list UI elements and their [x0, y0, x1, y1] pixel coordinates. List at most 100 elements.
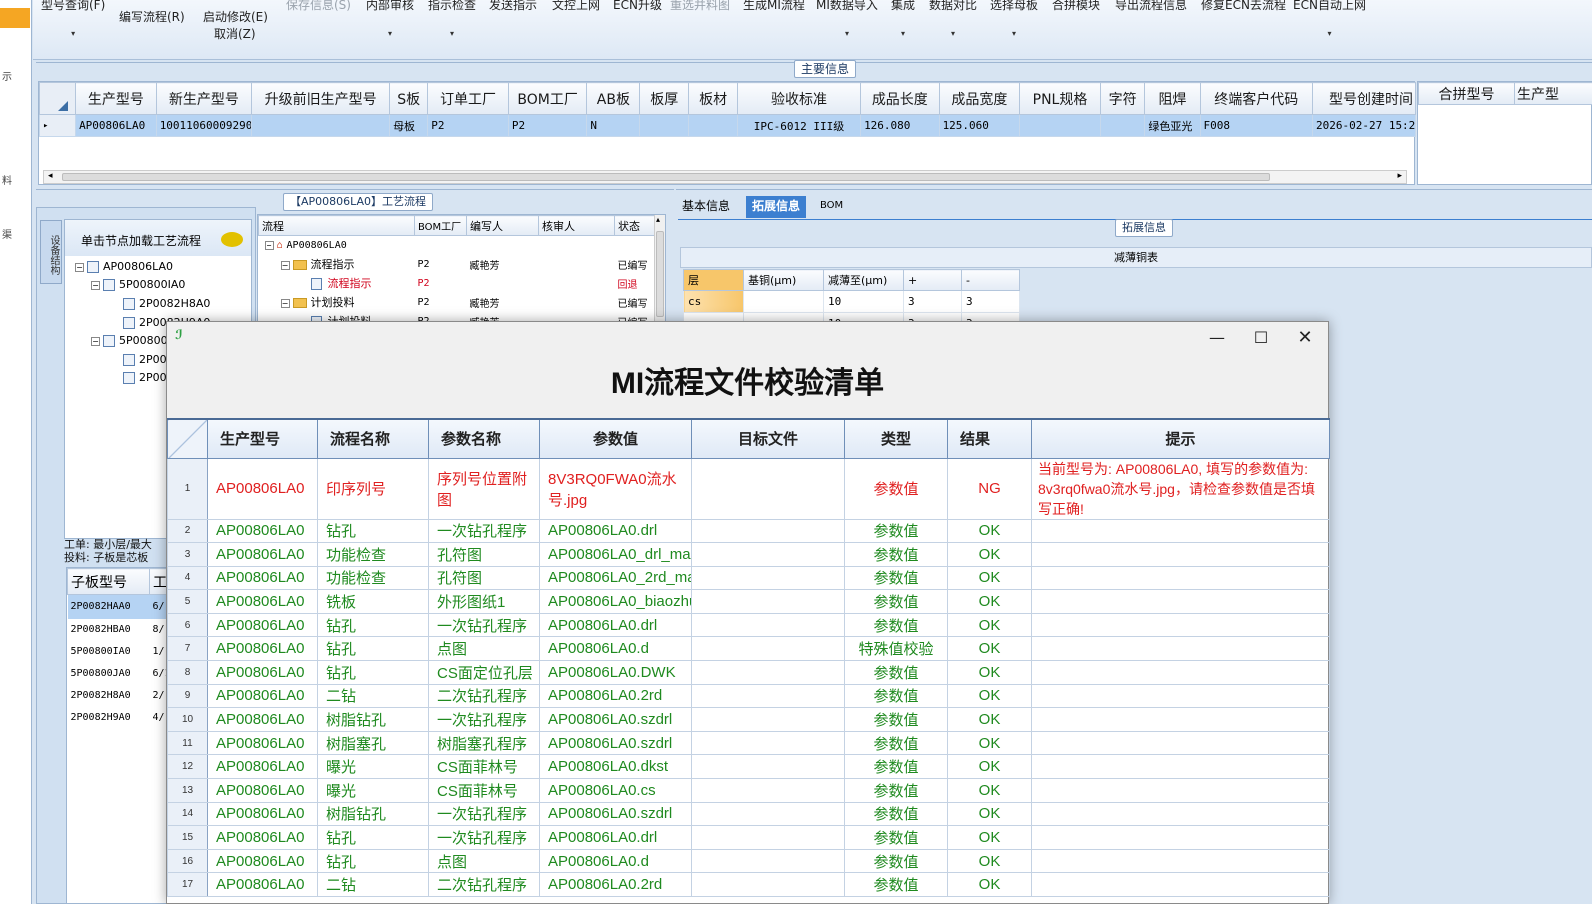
column-header[interactable]: 板材: [688, 82, 738, 115]
table-cell[interactable]: P2: [415, 255, 467, 274]
close-button[interactable]: ✕: [1283, 326, 1327, 350]
row-number[interactable]: 10: [167, 707, 208, 732]
result-cell-msg[interactable]: [1031, 872, 1330, 897]
result-cell-target[interactable]: [691, 778, 845, 803]
result-cell-result[interactable]: OK: [947, 589, 1032, 614]
result-cell-flow[interactable]: 钻孔: [317, 848, 429, 874]
column-header[interactable]: 减薄至(μm): [823, 269, 904, 291]
result-cell-target[interactable]: [691, 707, 845, 732]
table-cell[interactable]: 2P0082H8A0: [68, 685, 150, 707]
column-header[interactable]: 提示: [1031, 418, 1330, 459]
column-header[interactable]: 成品长度: [860, 82, 940, 115]
result-cell-result[interactable]: OK: [947, 801, 1032, 827]
result-cell-model[interactable]: AP00806LA0: [207, 707, 318, 732]
toolbar-button-edit-flow[interactable]: 编写流程(R): [119, 9, 185, 26]
result-cell-msg[interactable]: [1031, 565, 1330, 591]
result-cell-value[interactable]: AP00806LA0.dkst: [539, 754, 692, 780]
table-cell[interactable]: [539, 293, 615, 312]
table-cell[interactable]: [467, 274, 539, 293]
toolbar-button-data-compare[interactable]: 数据对比 ▾: [929, 0, 977, 38]
result-cell-flow[interactable]: 印序列号: [317, 457, 429, 520]
horizontal-scrollbar[interactable]: ◂ ▸: [43, 170, 1407, 184]
scroll-left-icon[interactable]: ◂: [48, 171, 53, 181]
table-row[interactable]: 2P0082H9A0 4/: [68, 707, 178, 729]
table-cell[interactable]: cs: [683, 290, 744, 313]
row-number[interactable]: 4: [167, 565, 208, 591]
table-cell[interactable]: 125.060: [938, 114, 1021, 137]
result-cell-type[interactable]: 参数值: [844, 825, 948, 850]
column-header[interactable]: 阻焊: [1144, 82, 1201, 115]
result-cell-flow[interactable]: 二钻: [317, 872, 429, 897]
result-cell-value[interactable]: AP00806LA0.szdrl: [539, 730, 692, 756]
result-cell-param[interactable]: 一次钻孔程序: [428, 707, 540, 732]
result-row[interactable]: 11 AP00806LA0 树脂塞孔 树脂塞孔程序 AP00806LA0.szdrl 参数…: [167, 730, 1330, 756]
result-cell-value[interactable]: AP00806LA0.szdrl: [539, 801, 692, 827]
tab-basic-info[interactable]: 基本信息: [676, 196, 736, 218]
table-cell[interactable]: N: [586, 114, 641, 137]
table-row[interactable]: 2P0082HAA0 6/: [67, 594, 178, 619]
result-cell-model[interactable]: AP00806LA0: [207, 636, 318, 662]
result-cell-flow[interactable]: 钻孔: [317, 660, 429, 685]
result-row[interactable]: 5 AP00806LA0 铣板 外形图纸1 AP00806LA0_biaozhu 参数值 O…: [167, 589, 1330, 614]
table-cell[interactable]: P2: [415, 293, 467, 312]
result-cell-type[interactable]: 参数值: [844, 801, 948, 827]
column-header[interactable]: 层: [683, 269, 744, 291]
table-row[interactable]: 2P0082HBA0 8/: [68, 619, 178, 641]
result-cell-result[interactable]: OK: [947, 778, 1032, 803]
result-cell-result[interactable]: OK: [947, 872, 1032, 897]
result-cell-target[interactable]: [691, 825, 845, 850]
row-number[interactable]: 11: [167, 730, 208, 756]
column-header[interactable]: BOM工厂: [414, 215, 467, 236]
table-row[interactable]: cs 10 3 3: [683, 290, 1020, 313]
table-row[interactable]: 流程指示 P2 回退: [259, 274, 655, 293]
scrollbar-thumb[interactable]: [656, 231, 664, 317]
result-cell-target[interactable]: [691, 848, 845, 874]
table-cell[interactable]: F008: [1199, 114, 1313, 137]
table-cell[interactable]: [539, 236, 615, 255]
result-cell-msg[interactable]: [1031, 518, 1330, 544]
toolbar-button-start-modify[interactable]: 启动修改(E): [203, 9, 268, 26]
row-number[interactable]: 17: [167, 872, 208, 897]
result-cell-type[interactable]: 参数值: [844, 565, 948, 591]
collapse-icon[interactable]: −: [280, 299, 290, 308]
toolbar-button-export-flow[interactable]: 导出流程信息: [1115, 0, 1187, 13]
toolbar-button-integrate[interactable]: 集成 ▾: [891, 0, 915, 38]
result-cell-msg[interactable]: [1031, 778, 1330, 803]
table-cell[interactable]: 母板: [389, 114, 429, 137]
result-cell-param[interactable]: 外形图纸1: [428, 589, 540, 614]
result-cell-flow[interactable]: 二钻: [317, 683, 429, 709]
result-row[interactable]: 9 AP00806LA0 二钻 二次钻孔程序 AP00806LA0.2rd 参数值 OK: [167, 683, 1330, 709]
toolbar-button-ecn-upgrade[interactable]: ECN升级: [613, 0, 662, 13]
column-header[interactable]: 子板型号: [67, 568, 150, 595]
result-cell-flow[interactable]: 钻孔: [317, 636, 429, 662]
result-cell-type[interactable]: 参数值: [844, 542, 948, 567]
row-number[interactable]: 6: [167, 612, 208, 638]
table-cell[interactable]: 3: [961, 290, 1020, 313]
result-cell-target[interactable]: [691, 457, 845, 520]
table-cell[interactable]: 2P0082HAA0: [68, 595, 150, 619]
table-cell[interactable]: [1099, 114, 1146, 137]
column-header[interactable]: 类型: [844, 418, 948, 459]
result-row[interactable]: 8 AP00806LA0 钻孔 CS面定位孔层 AP00806LA0.DWK 参数值 OK: [167, 660, 1330, 685]
result-cell-target[interactable]: [691, 872, 845, 897]
toolbar-button-merge-module[interactable]: 合拼模块: [1052, 0, 1100, 13]
table-cell[interactable]: [539, 274, 615, 293]
result-cell-msg[interactable]: [1031, 542, 1330, 567]
result-cell-type[interactable]: 参数值: [844, 518, 948, 544]
result-cell-flow[interactable]: 树脂钻孔: [317, 707, 429, 732]
result-cell-msg[interactable]: [1031, 636, 1330, 662]
table-cell[interactable]: 126.080: [860, 114, 940, 137]
table-cell[interactable]: AP00806LA0: [75, 114, 157, 137]
result-cell-target[interactable]: [691, 801, 845, 827]
result-cell-param[interactable]: 二次钻孔程序: [428, 872, 540, 897]
result-cell-msg[interactable]: [1031, 848, 1330, 874]
result-cell-model[interactable]: AP00806LA0: [207, 457, 318, 520]
result-cell-param[interactable]: 一次钻孔程序: [428, 518, 540, 544]
table-cell[interactable]: 2P0082H9A0: [68, 707, 150, 729]
result-cell-value[interactable]: AP00806LA0.d: [539, 636, 692, 662]
result-row[interactable]: 7 AP00806LA0 钻孔 点图 AP00806LA0.d 特殊值校验 OK: [167, 636, 1330, 662]
result-cell-flow[interactable]: 铣板: [317, 589, 429, 614]
result-cell-value[interactable]: AP00806LA0.DWK: [539, 660, 692, 685]
result-cell-model[interactable]: AP00806LA0: [207, 660, 318, 685]
column-header[interactable]: 板厚: [639, 82, 690, 115]
